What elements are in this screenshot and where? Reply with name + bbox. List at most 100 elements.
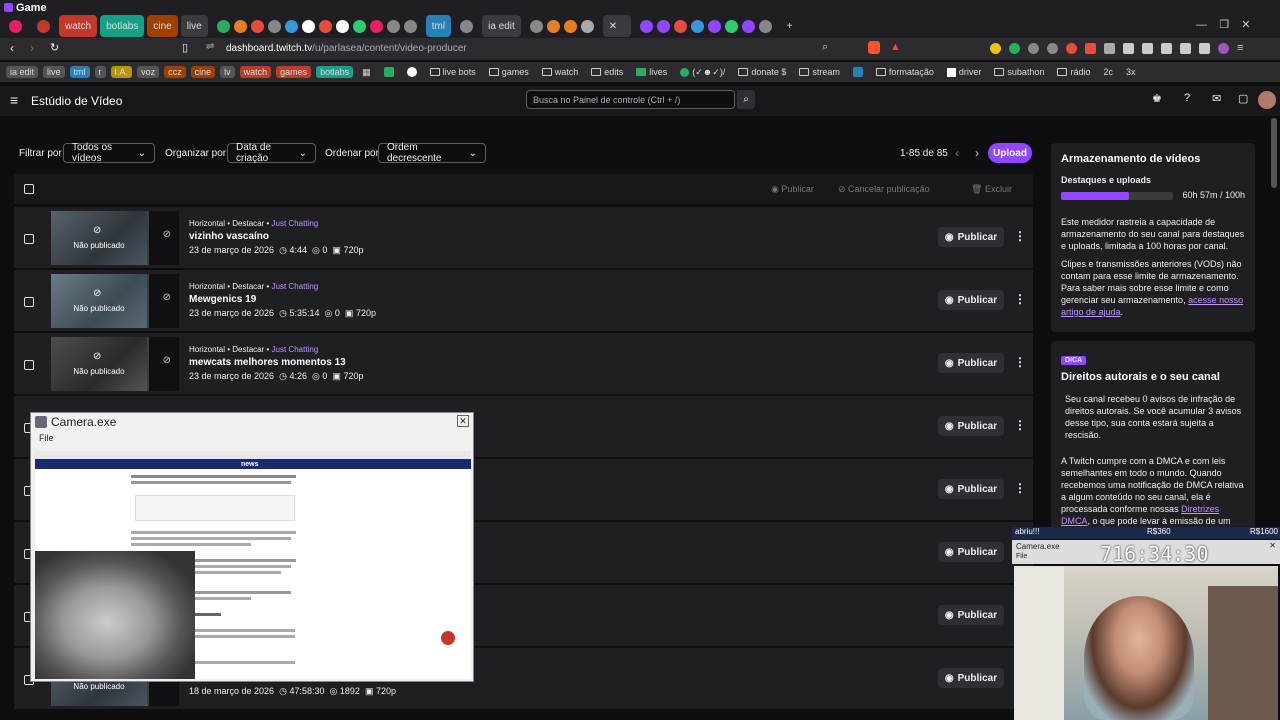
organize-select[interactable]: Data de criação ⌄ [227,142,316,164]
bookmark-folder[interactable]: edits [587,66,627,78]
extension-icon[interactable] [1066,43,1077,54]
bookmark-tab-group[interactable]: tml [69,66,90,78]
extension-icon[interactable] [1161,43,1172,54]
bookmark-tab-group[interactable]: games [276,66,312,78]
publish-button[interactable]: ◉ Publicar [938,542,1004,562]
bulk-publish-button[interactable]: ◉ Publicar [771,184,814,195]
bookmark-tab-group[interactable]: cine [190,66,216,78]
bookmark-item[interactable]: 3x [1122,66,1140,78]
apps-grid-icon[interactable]: ▦ [358,66,375,79]
bookmark-folder[interactable]: formatação [872,66,938,78]
bookmark-item[interactable]: (✓☻✓)/ [676,66,729,79]
publish-button[interactable]: ◉ Publicar [938,353,1004,373]
bookmark-icon[interactable]: ▯ [182,41,188,54]
category-link[interactable]: Just Chatting [272,282,319,291]
bookmark-tab-group[interactable]: r [94,66,106,78]
filter-select[interactable]: Todos os vídeos ⌄ [63,142,155,164]
more-options-icon[interactable]: ⋮ [1014,418,1026,432]
brave-shield-icon[interactable] [868,41,880,54]
streamer-icon[interactable]: ♚ [1152,92,1162,105]
tab-active-close[interactable]: ✕ [602,15,631,37]
bookmark-tab-group[interactable]: ia edit [6,66,39,78]
tab-icons-a[interactable] [211,15,423,37]
menu-icon[interactable]: ≡ [1237,43,1243,54]
extension-icon[interactable] [1123,43,1134,54]
bookmark-tab-group[interactable]: botlabs [316,66,354,78]
window-controls[interactable]: — ❐ ✕ [1196,18,1251,31]
bookmark-folder[interactable]: donate $ [734,66,790,78]
category-link[interactable]: Just Chatting [272,219,319,228]
bookmark-tab-group[interactable]: ccz [164,66,186,78]
profile-icon[interactable] [1218,43,1229,54]
search-icon[interactable]: ⌕ [737,90,755,109]
tab-group-watch[interactable]: watch [59,15,98,37]
dashboard-search-input[interactable]: Busca no Painel de controle (Ctrl + /) [526,90,735,109]
row-checkbox[interactable] [24,297,34,307]
tab-group-cine[interactable]: cine [147,15,178,37]
close-icon[interactable]: ✕ [609,21,617,32]
more-options-icon[interactable]: ⋮ [1014,481,1026,495]
video-title[interactable]: Mewgenics 19 [189,294,256,305]
site-info-icon[interactable]: ⇌ [206,41,214,52]
close-icon[interactable]: ✕ [457,415,469,427]
extension-icon[interactable] [990,43,1001,54]
bookmark-folder[interactable]: watch [538,66,583,78]
tab-icon-b[interactable] [454,15,479,37]
bookmark-folder[interactable]: subathon [990,66,1048,78]
tab-icons-c[interactable] [524,15,600,37]
forward-icon[interactable]: › [30,41,34,55]
publish-button[interactable]: ◉ Publicar [938,479,1004,499]
notifications-icon[interactable]: ▢ [1238,92,1248,105]
publish-button[interactable]: ◉ Publicar [938,605,1004,625]
upload-button[interactable]: Upload [988,143,1032,163]
tab-group-live[interactable]: live [180,15,208,37]
video-thumbnail[interactable]: ⊘ ⊘ Não publicado [51,337,179,391]
hamburger-menu-icon[interactable]: ≡ [10,92,18,108]
extension-icon[interactable] [1180,43,1191,54]
bookmark-folder[interactable]: stream [795,66,844,78]
tab-group-botlabs[interactable]: botlabs [100,15,145,37]
brave-rewards-icon[interactable]: ▲ [890,41,901,53]
tab-pinned-1[interactable] [3,15,28,37]
bookmark-folder[interactable]: lives [632,66,671,78]
row-checkbox[interactable] [24,360,34,370]
video-thumbnail[interactable]: ⊘ ⊘ Não publicado [51,274,179,328]
more-options-icon[interactable]: ⋮ [1014,292,1026,306]
bookmark-folder[interactable]: live bots [426,66,480,78]
inbox-icon[interactable]: ✉ [1212,92,1221,105]
reload-icon[interactable]: ↻ [50,41,59,54]
zoom-icon[interactable]: ⌕ [822,41,828,54]
video-title[interactable]: vizinho vascaíno [189,231,269,242]
more-options-icon[interactable]: ⋮ [1014,229,1026,243]
extension-icon[interactable] [1028,43,1039,54]
video-title[interactable]: mewcats melhores momentos 13 [189,357,346,368]
extension-icon[interactable] [1009,43,1020,54]
extension-icon[interactable] [1104,43,1115,54]
bookmark-tab-group[interactable]: voz [137,66,160,78]
bookmark-icon[interactable] [849,66,867,78]
webcam-file-menu[interactable]: File [1016,553,1027,560]
bookmark-item[interactable]: 2c [1099,66,1117,78]
next-page-icon[interactable]: › [975,146,979,160]
back-icon[interactable]: ‹ [10,41,14,55]
avatar[interactable] [1258,91,1276,109]
bookmark-tab-group[interactable]: live [43,66,65,78]
sidebar-icon[interactable] [1142,43,1153,54]
new-tab-button[interactable]: + [781,15,799,37]
bookmark-folder[interactable]: games [485,66,533,78]
close-icon[interactable]: ✕ [1269,541,1276,550]
publish-button[interactable]: ◉ Publicar [938,227,1004,247]
shield-icon[interactable] [1199,43,1210,54]
tab-group-tml[interactable]: tml [425,15,452,37]
prev-page-icon[interactable]: ‹ [955,146,959,160]
page-scrollbar[interactable] [1271,118,1277,188]
publish-button[interactable]: ◉ Publicar [938,290,1004,310]
help-icon[interactable]: ? [1184,92,1190,104]
bookmark-folder[interactable]: rádio [1053,66,1094,78]
category-link[interactable]: Just Chatting [272,345,319,354]
tab-pinned-2[interactable] [31,15,56,37]
bookmark-tab-group[interactable]: I.A. [110,66,133,78]
bulk-delete-button[interactable]: 🗑 Excluir [971,184,1012,195]
bookmark-tab-group[interactable]: watch [239,66,272,78]
bookmark-icon[interactable] [380,66,398,78]
